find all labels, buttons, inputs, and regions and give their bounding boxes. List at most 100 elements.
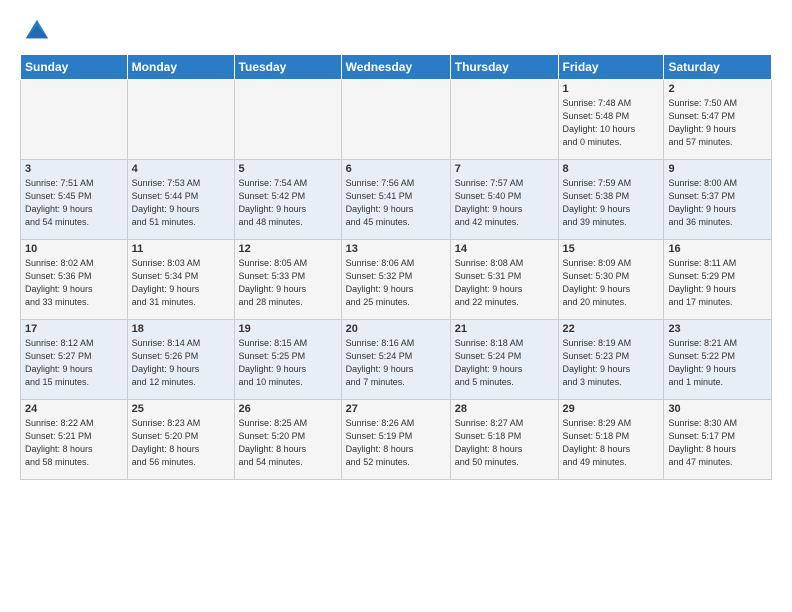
calendar-cell: 26 Sunrise: 8:25 AMSunset: 5:20 PMDayligh… bbox=[234, 400, 341, 480]
weekday-header-row: SundayMondayTuesdayWednesdayThursdayFrid… bbox=[21, 55, 772, 80]
calendar-cell: 16 Sunrise: 8:11 AMSunset: 5:29 PMDayligh… bbox=[664, 240, 772, 320]
logo bbox=[20, 16, 50, 44]
calendar-cell: 20 Sunrise: 8:16 AMSunset: 5:24 PMDayligh… bbox=[341, 320, 450, 400]
day-info: Sunrise: 8:09 AMSunset: 5:30 PMDaylight:… bbox=[563, 257, 660, 309]
day-info: Sunrise: 8:14 AMSunset: 5:26 PMDaylight:… bbox=[132, 337, 230, 389]
day-number: 16 bbox=[668, 243, 767, 255]
weekday-header: Friday bbox=[558, 55, 664, 80]
day-info: Sunrise: 8:27 AMSunset: 5:18 PMDaylight:… bbox=[455, 417, 554, 469]
header bbox=[20, 16, 772, 44]
calendar-cell: 28 Sunrise: 8:27 AMSunset: 5:18 PMDayligh… bbox=[450, 400, 558, 480]
calendar-cell: 18 Sunrise: 8:14 AMSunset: 5:26 PMDayligh… bbox=[127, 320, 234, 400]
calendar-cell: 27 Sunrise: 8:26 AMSunset: 5:19 PMDayligh… bbox=[341, 400, 450, 480]
day-number: 12 bbox=[239, 243, 337, 255]
day-info: Sunrise: 8:22 AMSunset: 5:21 PMDaylight:… bbox=[25, 417, 123, 469]
calendar-cell: 1 Sunrise: 7:48 AMSunset: 5:48 PMDaylight… bbox=[558, 80, 664, 160]
calendar-cell: 8 Sunrise: 7:59 AMSunset: 5:38 PMDaylight… bbox=[558, 160, 664, 240]
day-info: Sunrise: 8:18 AMSunset: 5:24 PMDaylight:… bbox=[455, 337, 554, 389]
day-number: 11 bbox=[132, 243, 230, 255]
day-info: Sunrise: 8:21 AMSunset: 5:22 PMDaylight:… bbox=[668, 337, 767, 389]
calendar-cell: 24 Sunrise: 8:22 AMSunset: 5:21 PMDayligh… bbox=[21, 400, 128, 480]
calendar-cell: 11 Sunrise: 8:03 AMSunset: 5:34 PMDayligh… bbox=[127, 240, 234, 320]
page: SundayMondayTuesdayWednesdayThursdayFrid… bbox=[0, 0, 792, 490]
calendar-cell: 12 Sunrise: 8:05 AMSunset: 5:33 PMDayligh… bbox=[234, 240, 341, 320]
calendar-cell: 19 Sunrise: 8:15 AMSunset: 5:25 PMDayligh… bbox=[234, 320, 341, 400]
calendar-cell: 2Sunrise: 7:50 AMSunset: 5:47 PMDaylight… bbox=[664, 80, 772, 160]
calendar-cell: 3Sunrise: 7:51 AMSunset: 5:45 PMDaylight… bbox=[21, 160, 128, 240]
day-number: 24 bbox=[25, 403, 123, 415]
day-number: 30 bbox=[668, 403, 767, 415]
weekday-header: Thursday bbox=[450, 55, 558, 80]
day-info: Sunrise: 7:51 AMSunset: 5:45 PMDaylight:… bbox=[25, 177, 123, 229]
day-number: 23 bbox=[668, 323, 767, 335]
calendar-week-row: 24 Sunrise: 8:22 AMSunset: 5:21 PMDayligh… bbox=[21, 400, 772, 480]
calendar-cell: 30 Sunrise: 8:30 AMSunset: 5:17 PMDayligh… bbox=[664, 400, 772, 480]
day-info: Sunrise: 8:26 AMSunset: 5:19 PMDaylight:… bbox=[346, 417, 446, 469]
calendar-cell bbox=[127, 80, 234, 160]
day-number: 2 bbox=[668, 83, 767, 95]
day-number: 4 bbox=[132, 163, 230, 175]
day-info: Sunrise: 8:02 AMSunset: 5:36 PMDaylight:… bbox=[25, 257, 123, 309]
day-info: Sunrise: 8:30 AMSunset: 5:17 PMDaylight:… bbox=[668, 417, 767, 469]
day-number: 15 bbox=[563, 243, 660, 255]
day-number: 22 bbox=[563, 323, 660, 335]
calendar-cell: 5 Sunrise: 7:54 AMSunset: 5:42 PMDaylight… bbox=[234, 160, 341, 240]
day-info: Sunrise: 8:00 AMSunset: 5:37 PMDaylight:… bbox=[668, 177, 767, 229]
day-number: 25 bbox=[132, 403, 230, 415]
day-number: 18 bbox=[132, 323, 230, 335]
calendar-week-row: 1 Sunrise: 7:48 AMSunset: 5:48 PMDaylight… bbox=[21, 80, 772, 160]
calendar-cell bbox=[450, 80, 558, 160]
day-number: 8 bbox=[563, 163, 660, 175]
calendar-cell: 9 Sunrise: 8:00 AMSunset: 5:37 PMDaylight… bbox=[664, 160, 772, 240]
day-number: 20 bbox=[346, 323, 446, 335]
calendar-cell: 25 Sunrise: 8:23 AMSunset: 5:20 PMDayligh… bbox=[127, 400, 234, 480]
calendar-cell bbox=[234, 80, 341, 160]
calendar-cell: 6 Sunrise: 7:56 AMSunset: 5:41 PMDaylight… bbox=[341, 160, 450, 240]
calendar-cell: 10Sunrise: 8:02 AMSunset: 5:36 PMDayligh… bbox=[21, 240, 128, 320]
day-number: 13 bbox=[346, 243, 446, 255]
day-info: Sunrise: 8:12 AMSunset: 5:27 PMDaylight:… bbox=[25, 337, 123, 389]
day-info: Sunrise: 8:25 AMSunset: 5:20 PMDaylight:… bbox=[239, 417, 337, 469]
calendar-cell bbox=[341, 80, 450, 160]
day-number: 27 bbox=[346, 403, 446, 415]
day-number: 6 bbox=[346, 163, 446, 175]
calendar-cell: 15 Sunrise: 8:09 AMSunset: 5:30 PMDayligh… bbox=[558, 240, 664, 320]
day-number: 19 bbox=[239, 323, 337, 335]
day-info: Sunrise: 7:48 AMSunset: 5:48 PMDaylight:… bbox=[563, 97, 660, 149]
day-info: Sunrise: 8:08 AMSunset: 5:31 PMDaylight:… bbox=[455, 257, 554, 309]
day-info: Sunrise: 8:03 AMSunset: 5:34 PMDaylight:… bbox=[132, 257, 230, 309]
day-number: 5 bbox=[239, 163, 337, 175]
day-number: 21 bbox=[455, 323, 554, 335]
day-info: Sunrise: 8:19 AMSunset: 5:23 PMDaylight:… bbox=[563, 337, 660, 389]
weekday-header: Wednesday bbox=[341, 55, 450, 80]
day-info: Sunrise: 7:59 AMSunset: 5:38 PMDaylight:… bbox=[563, 177, 660, 229]
logo-icon bbox=[22, 16, 50, 44]
day-number: 29 bbox=[563, 403, 660, 415]
calendar-cell: 21 Sunrise: 8:18 AMSunset: 5:24 PMDayligh… bbox=[450, 320, 558, 400]
calendar-cell: 4Sunrise: 7:53 AMSunset: 5:44 PMDaylight… bbox=[127, 160, 234, 240]
calendar: SundayMondayTuesdayWednesdayThursdayFrid… bbox=[20, 54, 772, 480]
calendar-week-row: 17 Sunrise: 8:12 AMSunset: 5:27 PMDayligh… bbox=[21, 320, 772, 400]
day-info: Sunrise: 8:11 AMSunset: 5:29 PMDaylight:… bbox=[668, 257, 767, 309]
day-info: Sunrise: 8:23 AMSunset: 5:20 PMDaylight:… bbox=[132, 417, 230, 469]
day-number: 26 bbox=[239, 403, 337, 415]
day-info: Sunrise: 8:06 AMSunset: 5:32 PMDaylight:… bbox=[346, 257, 446, 309]
calendar-week-row: 10Sunrise: 8:02 AMSunset: 5:36 PMDayligh… bbox=[21, 240, 772, 320]
calendar-cell: 29 Sunrise: 8:29 AMSunset: 5:18 PMDayligh… bbox=[558, 400, 664, 480]
day-info: Sunrise: 8:29 AMSunset: 5:18 PMDaylight:… bbox=[563, 417, 660, 469]
day-number: 9 bbox=[668, 163, 767, 175]
day-number: 1 bbox=[563, 83, 660, 95]
calendar-cell: 13 Sunrise: 8:06 AMSunset: 5:32 PMDayligh… bbox=[341, 240, 450, 320]
day-info: Sunrise: 7:57 AMSunset: 5:40 PMDaylight:… bbox=[455, 177, 554, 229]
day-info: Sunrise: 7:54 AMSunset: 5:42 PMDaylight:… bbox=[239, 177, 337, 229]
day-info: Sunrise: 8:16 AMSunset: 5:24 PMDaylight:… bbox=[346, 337, 446, 389]
day-number: 17 bbox=[25, 323, 123, 335]
day-number: 28 bbox=[455, 403, 554, 415]
calendar-week-row: 3Sunrise: 7:51 AMSunset: 5:45 PMDaylight… bbox=[21, 160, 772, 240]
day-info: Sunrise: 8:05 AMSunset: 5:33 PMDaylight:… bbox=[239, 257, 337, 309]
calendar-cell: 23 Sunrise: 8:21 AMSunset: 5:22 PMDayligh… bbox=[664, 320, 772, 400]
day-info: Sunrise: 7:56 AMSunset: 5:41 PMDaylight:… bbox=[346, 177, 446, 229]
weekday-header: Monday bbox=[127, 55, 234, 80]
calendar-cell: 7Sunrise: 7:57 AMSunset: 5:40 PMDaylight… bbox=[450, 160, 558, 240]
day-info: Sunrise: 8:15 AMSunset: 5:25 PMDaylight:… bbox=[239, 337, 337, 389]
